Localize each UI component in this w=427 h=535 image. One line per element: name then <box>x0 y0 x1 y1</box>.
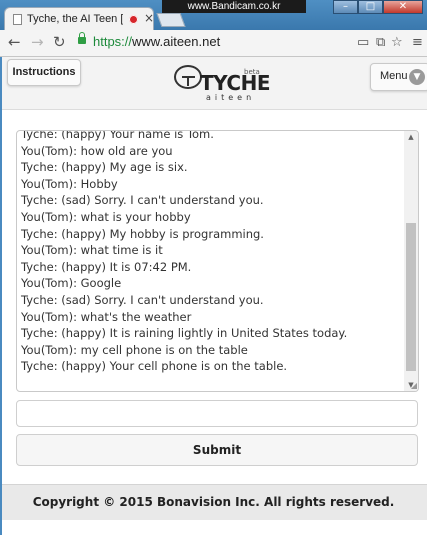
chat-line: Tyche: (sad) Sorry. I can't understand y… <box>21 292 264 307</box>
instructions-button[interactable]: Instructions <box>7 59 81 86</box>
chat-line: Tyche: (happy) My age is six. <box>21 160 188 175</box>
chat-line: Tyche: (happy) Your name is Tom. <box>21 130 214 141</box>
browser-tab[interactable]: Tyche, the AI Teen [Be × <box>4 7 154 32</box>
close-window-button[interactable]: ✕ <box>383 0 423 14</box>
logo-subtitle: aiteen <box>206 93 256 102</box>
window-controls: – □ ✕ <box>333 0 423 14</box>
scroll-thumb[interactable] <box>406 223 416 371</box>
page-bottom <box>0 520 427 535</box>
address-bar[interactable]: https://www.aiteen.net <box>93 34 220 49</box>
chat-line: You(Tom): what is your hobby <box>21 209 191 224</box>
chat-line: You(Tom): Hobby <box>21 176 118 191</box>
forward-arrow-icon[interactable]: → <box>31 33 44 51</box>
footer: Copyright © 2015 Bonavision Inc. All rig… <box>0 484 427 521</box>
chat-line: You(Tom): how old are you <box>21 143 173 158</box>
chat-line: Tyche: (happy) Your cell phone is on the… <box>21 359 288 374</box>
scroll-up-icon[interactable]: ▲ <box>404 131 418 143</box>
logo-beta: beta <box>244 68 260 76</box>
logo-mark-icon <box>174 65 202 89</box>
page: Instructions TYCHE beta aiteen Menu ▼ Ty… <box>0 57 427 535</box>
new-tab-button[interactable] <box>156 13 186 27</box>
recording-indicator-icon <box>129 15 138 24</box>
site-header: Instructions TYCHE beta aiteen Menu ▼ <box>0 57 427 110</box>
tab-close-icon[interactable]: × <box>144 11 154 25</box>
recorder-watermark: www.Bandicam.co.kr <box>162 0 306 13</box>
tab-title: Tyche, the AI Teen [Be <box>27 13 123 25</box>
menu-icon[interactable]: ≡ <box>412 35 423 50</box>
window-title-bar: Tyche, the AI Teen [Be × www.Bandicam.co… <box>0 0 427 32</box>
desktop-edge <box>0 57 2 535</box>
camera-icon[interactable]: ▭ <box>357 35 369 50</box>
page-icon <box>13 14 22 25</box>
browser-toolbar: ← → ↻ https://www.aiteen.net ▭ ⧉ ☆ ≡ <box>0 30 427 57</box>
chat-log[interactable]: Tyche: (happy) Your name is Tom. You(Tom)… <box>16 130 419 392</box>
chat-line: You(Tom): what's the weather <box>21 309 192 324</box>
chat-line: Tyche: (sad) Sorry. I can't understand y… <box>21 193 264 208</box>
fullscreen-icon[interactable]: ⧉ <box>376 35 385 50</box>
url-scheme: https:// <box>93 34 133 49</box>
tyche-logo[interactable]: TYCHE beta aiteen <box>172 63 271 103</box>
chat-lines: Tyche: (happy) Your name is Tom. You(Tom)… <box>21 130 401 375</box>
menu-button[interactable]: Menu ▼ <box>370 63 427 91</box>
maximize-button[interactable]: □ <box>358 0 383 14</box>
message-input[interactable] <box>16 400 418 427</box>
submit-button[interactable]: Submit <box>16 434 418 466</box>
chat-line: Tyche: (happy) It is raining lightly in … <box>21 326 348 341</box>
lock-icon <box>78 32 86 44</box>
chat-line: You(Tom): what time is it <box>21 243 163 258</box>
url-host: www.aiteen.net <box>132 34 221 49</box>
back-arrow-icon[interactable]: ← <box>8 33 21 51</box>
chevron-down-icon: ▼ <box>409 69 425 85</box>
chat-line: You(Tom): my cell phone is on the table <box>21 342 248 357</box>
star-icon[interactable]: ☆ <box>391 35 403 50</box>
resize-grip-icon[interactable]: ◢ <box>411 382 417 390</box>
chat-line: Tyche: (happy) It is 07:42 PM. <box>21 259 192 274</box>
reload-icon[interactable]: ↻ <box>53 33 66 51</box>
chat-line: You(Tom): Google <box>21 276 122 291</box>
menu-label: Menu <box>380 70 408 82</box>
chat-scrollbar[interactable]: ▲ ▼ <box>404 131 418 391</box>
chat-line: Tyche: (happy) My hobby is programming. <box>21 226 264 241</box>
minimize-button[interactable]: – <box>333 0 358 14</box>
